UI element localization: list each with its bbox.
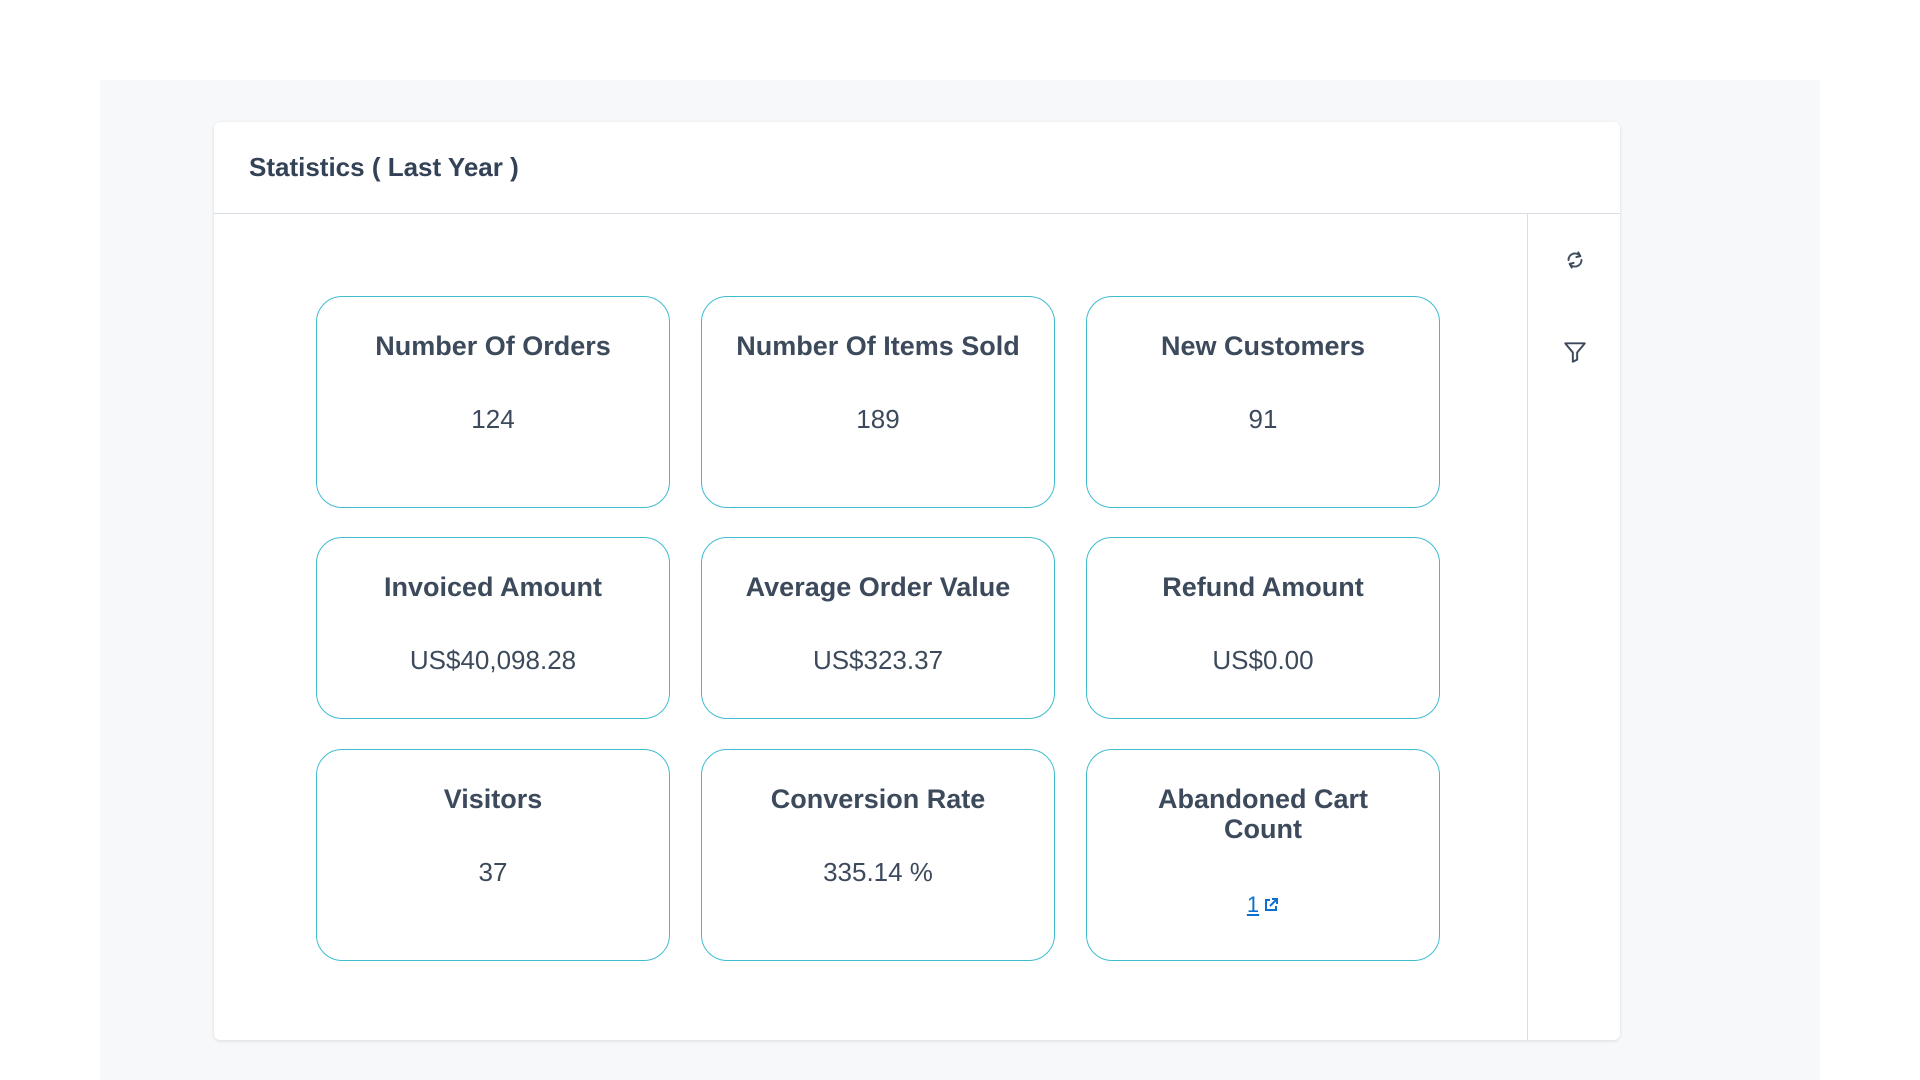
stat-card-average-order-value: Average Order Value US$323.37 xyxy=(701,537,1055,719)
widget-body: Number Of Orders 124 Number Of Items Sol… xyxy=(214,214,1620,1040)
stat-value: 189 xyxy=(856,404,900,434)
stat-card-new-customers: New Customers 91 xyxy=(1086,296,1440,508)
filter-icon xyxy=(1563,342,1586,363)
filter-button[interactable] xyxy=(1528,326,1620,378)
stat-title: Refund Amount xyxy=(1162,572,1364,602)
stat-title: Visitors xyxy=(443,784,543,814)
side-toolbar xyxy=(1527,214,1620,1040)
stat-title: Invoiced Amount xyxy=(383,572,602,602)
stat-card-abandoned-cart: Abandoned Cart Count 1 xyxy=(1086,749,1440,961)
stat-card-visitors: Visitors 37 xyxy=(316,749,670,961)
statistics-widget: Statistics ( Last Year ) Number Of Order… xyxy=(214,122,1620,1040)
stat-title: Average Order Value xyxy=(745,572,1011,602)
stat-value: 124 xyxy=(471,404,515,434)
refresh-icon xyxy=(1567,251,1582,269)
refresh-button[interactable] xyxy=(1528,234,1620,286)
stat-value: 37 xyxy=(478,857,508,887)
stat-title: New Customers xyxy=(1160,331,1366,361)
stat-title: Number Of Orders xyxy=(375,331,611,361)
stat-card-conversion-rate: Conversion Rate 335.14 % xyxy=(701,749,1055,961)
stat-card-items-sold: Number Of Items Sold 189 xyxy=(701,296,1055,508)
stat-card-orders: Number Of Orders 124 xyxy=(316,296,670,508)
abandoned-cart-count: 1 xyxy=(1246,892,1260,917)
abandoned-cart-link[interactable]: 1 xyxy=(1247,890,1279,920)
stat-card-invoiced-amount: Invoiced Amount US$40,098.28 xyxy=(316,537,670,719)
stat-value: US$40,098.28 xyxy=(409,645,577,675)
stat-title: Conversion Rate xyxy=(770,784,986,814)
stat-value: 91 xyxy=(1248,404,1278,434)
stat-value: 335.14 % xyxy=(823,857,933,887)
stat-title: Number Of Items Sold xyxy=(736,331,1020,361)
stat-title: Abandoned Cart Count xyxy=(1157,784,1368,844)
external-link-icon xyxy=(1265,898,1279,911)
widget-header: Statistics ( Last Year ) xyxy=(214,122,1620,214)
widget-title: Statistics ( Last Year ) xyxy=(249,152,519,182)
stat-value: US$323.37 xyxy=(812,645,944,675)
stat-value: US$0.00 xyxy=(1212,645,1314,675)
stat-card-refund-amount: Refund Amount US$0.00 xyxy=(1086,537,1440,719)
